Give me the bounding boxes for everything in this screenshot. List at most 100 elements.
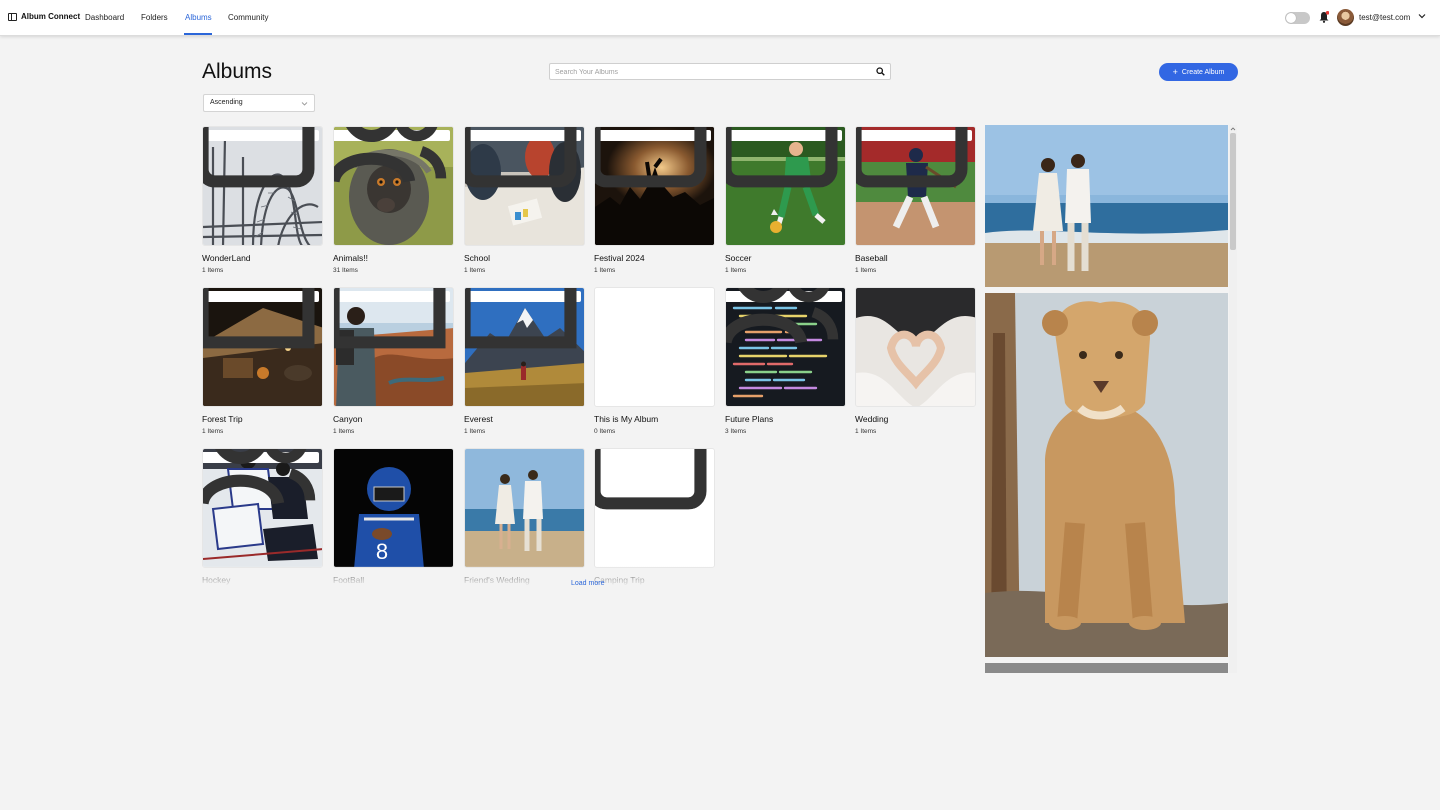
album-name: Soccer [725, 253, 752, 263]
brand-name: Album Connect [21, 12, 81, 21]
load-more-link[interactable]: Load more [571, 580, 604, 587]
beach-couple-photo [985, 125, 1228, 287]
album-card-baseball[interactable]: Baseball 1 Items [855, 126, 976, 281]
album-name: Friend's Wedding [464, 575, 530, 585]
toggle-knob [1286, 13, 1296, 23]
album-card-wedding[interactable]: Wedding 1 Items [855, 287, 976, 442]
album-badges [465, 288, 581, 348]
album-badges [334, 288, 450, 348]
user-avatar[interactable] [1337, 9, 1354, 26]
folder-icon [334, 288, 446, 348]
album-card-animals[interactable]: Animals!! 31 Items [333, 126, 454, 281]
theme-toggle[interactable] [1285, 12, 1310, 24]
shared-users-icon [203, 449, 316, 505]
nav-albums[interactable]: Albums [185, 13, 212, 22]
album-thumbnail [202, 287, 323, 407]
album-thumbnail [594, 126, 715, 246]
album-badges [203, 127, 319, 187]
album-badges [203, 449, 319, 505]
album-item-count: 1 Items [725, 267, 747, 274]
album-item-count: 1 Items [855, 267, 877, 274]
album-card-school[interactable]: School 1 Items [464, 126, 585, 281]
chevron-down-icon [301, 102, 308, 106]
album-thumbnail: 8 [333, 448, 454, 568]
preview-scrollbar-thumb[interactable] [1230, 133, 1236, 250]
album-thumbnail-empty [594, 448, 715, 568]
album-card-future-plans[interactable]: Future Plans 3 Items [725, 287, 846, 442]
album-card-football[interactable]: 8 FootBall [333, 448, 454, 596]
folder-icon [465, 288, 577, 348]
brand[interactable]: Album Connect [8, 12, 80, 21]
album-card-festival-2024[interactable]: Festival 2024 1 Items [594, 126, 715, 281]
folder-icon [203, 288, 315, 348]
photo-preview-panel [985, 125, 1237, 673]
album-name: Everest [464, 414, 493, 424]
sort-order-select[interactable]: Ascending [203, 94, 315, 112]
album-card-hockey[interactable]: Hockey [202, 448, 323, 596]
album-card-camping-trip[interactable]: Camping Trip [594, 448, 715, 596]
album-item-count: 1 Items [464, 267, 486, 274]
preview-image-beach-couple[interactable] [985, 125, 1228, 287]
chevron-down-icon[interactable] [1418, 12, 1426, 20]
page-title: Albums [202, 60, 273, 83]
beach-couple-photo [465, 449, 584, 567]
album-thumbnail [333, 287, 454, 407]
nav-folders[interactable]: Folders [141, 13, 168, 22]
album-badges [334, 127, 450, 183]
top-navigation-bar: Album Connect Dashboard Folders Albums C… [0, 0, 1440, 36]
card-icon [595, 449, 707, 509]
album-card-canyon[interactable]: Canyon 1 Items [333, 287, 454, 442]
album-card-everest[interactable]: Everest 1 Items [464, 287, 585, 442]
album-item-count: 1 Items [333, 428, 355, 435]
shared-users-icon [334, 127, 447, 183]
album-item-count: 0 Items [594, 428, 616, 435]
album-name: Forest Trip [202, 414, 243, 424]
album-card-this-is-my-album[interactable]: This is My Album 0 Items [594, 287, 715, 442]
album-name: Future Plans [725, 414, 774, 424]
card-icon [595, 127, 707, 187]
album-badges [203, 288, 319, 348]
nav-community[interactable]: Community [228, 13, 268, 22]
wedding-hands-photo [856, 288, 975, 406]
album-name: Hockey [202, 575, 231, 585]
album-name: Festival 2024 [594, 253, 645, 263]
album-badges [595, 127, 711, 187]
album-thumbnail [725, 126, 846, 246]
album-card-wonderland[interactable]: WonderLand 1 Items [202, 126, 323, 281]
album-item-count: 1 Items [202, 428, 224, 435]
scroll-up-arrow-icon[interactable] [1230, 126, 1236, 132]
svg-text:8: 8 [376, 539, 388, 564]
preview-image-next[interactable] [985, 663, 1228, 673]
search-icon[interactable] [876, 67, 885, 76]
shared-users-icon [726, 288, 839, 344]
album-card-forest-trip[interactable]: Forest Trip 1 Items [202, 287, 323, 442]
album-thumbnail [333, 126, 454, 246]
notification-bell-icon[interactable] [1319, 11, 1329, 23]
album-item-count: 1 Items [464, 428, 486, 435]
album-book-icon [8, 12, 17, 21]
album-item-count: 1 Items [855, 428, 877, 435]
preview-image-lioness[interactable] [985, 293, 1228, 657]
album-name: FootBall [333, 575, 365, 585]
album-thumbnail [855, 126, 976, 246]
album-item-count: 1 Items [202, 267, 224, 274]
album-card-soccer[interactable]: Soccer 1 Items [725, 126, 846, 281]
card-icon [203, 127, 315, 187]
create-album-button[interactable]: + Create Album [1159, 63, 1238, 81]
album-card-friends-wedding[interactable]: Friend's Wedding [464, 448, 585, 596]
nav-dashboard[interactable]: Dashboard [85, 13, 124, 22]
album-name: Wedding [855, 414, 889, 424]
album-thumbnail [464, 126, 585, 246]
album-name: This is My Album [594, 414, 659, 424]
album-thumbnail [725, 287, 846, 407]
album-name: Canyon [333, 414, 363, 424]
create-album-label: Create Album [1181, 68, 1225, 76]
album-badges [726, 127, 842, 187]
search-input[interactable] [555, 66, 865, 78]
football-player-photo: 8 [334, 449, 453, 567]
user-email[interactable]: test@test.com [1359, 13, 1410, 22]
card-icon [856, 127, 968, 187]
album-item-count: 1 Items [594, 267, 616, 274]
card-icon [726, 127, 838, 187]
search-box [549, 63, 891, 80]
